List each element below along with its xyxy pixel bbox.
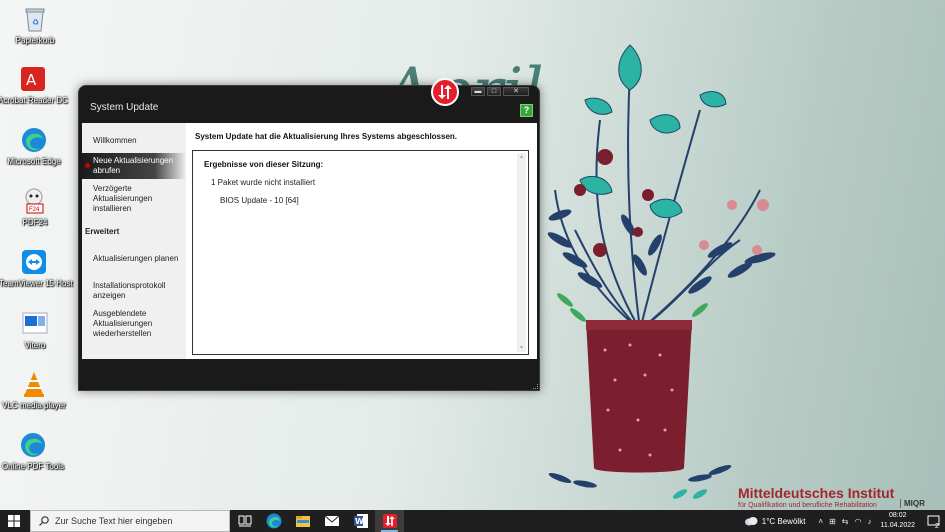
main-panel: System Update hat die Aktualisierung Ihr… [186,123,537,359]
nav-item-ausgeblendete-aktualisierungen[interactable]: Ausgeblendete Aktualisierungen wiederher… [82,309,186,339]
taskbar-mail[interactable] [317,510,346,532]
system-update-logo-icon [431,78,459,106]
desktop-icon-vlc[interactable]: VLC media player [0,369,69,411]
desktop-icon-teamviewer[interactable]: TeamViewer 15 Host [0,247,73,289]
taskbar-edge[interactable] [259,510,288,532]
clock[interactable]: 08:02 11.04.2022 [880,511,915,531]
desktop-icon-recycle-bin[interactable]: ♻ Papierkorb [0,4,70,46]
teamviewer-icon [19,247,49,277]
desktop-icon-acrobat[interactable]: A Acrobat Reader DC [0,64,68,106]
edge-icon [266,513,281,529]
taskbar-search[interactable] [30,510,230,532]
scroll-down-arrow-icon[interactable]: ▼ [517,344,526,352]
volume-icon[interactable]: ♪ [867,517,871,526]
notification-count: 2 [935,523,939,528]
close-button[interactable]: ✕ [503,87,529,96]
vitero-icon [20,309,50,339]
desktop-icon-label: PDF24 [22,218,48,227]
results-box: Ergebnisse von dieser Sitzung: 1 Paket w… [192,150,529,355]
search-icon [39,516,49,526]
search-input[interactable] [55,516,215,526]
desktop-icon-label: Acrobat Reader DC [0,96,68,105]
mail-icon [324,515,339,526]
scroll-up-arrow-icon[interactable]: ▲ [517,153,526,161]
chevron-up-icon[interactable]: ˄ [818,517,823,526]
recycle-bin-icon: ♻ [20,4,50,34]
clock-date: 11.04.2022 [880,522,915,529]
help-button[interactable]: ? [520,104,533,117]
desktop-icon-label: VLC media player [2,401,66,410]
edge-icon [18,430,48,460]
desktop-icon-pdf24[interactable]: F24 PDF24 [0,186,70,228]
window-content: Willkommen Neue Aktualisierungen abrufen… [82,123,537,359]
nav-heading-erweitert: Erweitert [85,227,120,236]
minimize-button[interactable]: ▬ [471,87,485,96]
maximize-button[interactable]: □ [487,87,501,96]
vlc-icon [19,369,49,399]
task-view-icon [238,515,251,527]
taskbar: W 1°C Bewölkt ˄ ⊞ ⇆ ◠ ♪ 08:02 11.04.2022… [0,510,945,532]
desktop-icon-edge[interactable]: Microsoft Edge [0,125,69,167]
system-tray: 1°C Bewölkt ˄ ⊞ ⇆ ◠ ♪ 08:02 11.04.2022 2 [744,510,945,532]
window-controls: ▬ □ ✕ [471,87,529,96]
weather-text: 1°C Bewölkt [761,516,806,526]
brand-abbreviation: MIQR [900,499,925,508]
taskbar-file-explorer[interactable] [288,510,317,532]
windows-logo-icon [8,515,20,527]
nav-item-neue-aktualisierungen[interactable]: Neue Aktualisierungen abrufen [82,153,186,179]
file-explorer-icon [295,516,310,527]
notification-center-button[interactable]: 2 [923,510,945,532]
svg-text:♻: ♻ [32,18,39,27]
nav-item-installationsprotokoll[interactable]: Installationsprotokoll anzeigen [82,281,186,301]
desktop-icon-label: Microsoft Edge [7,157,61,166]
word-icon: W [353,514,368,528]
results-title: Ergebnisse von dieser Sitzung: [204,160,324,169]
cloud-icon [744,517,758,526]
svg-text:W: W [355,517,364,526]
teamviewer-tray-icon[interactable]: ⇆ [842,517,849,526]
svg-text:F24: F24 [29,207,40,213]
results-summary: 1 Paket wurde nicht installiert [211,178,316,187]
brand-logo: Mitteldeutsches Institut für Qualifikati… [738,485,938,509]
clock-time: 08:02 [888,512,907,519]
acrobat-icon: A [18,64,48,94]
nav-item-willkommen[interactable]: Willkommen [82,136,186,146]
nav-item-aktualisierungen-planen[interactable]: Aktualisierungen planen [82,254,186,264]
taskbar-word[interactable]: W [346,510,375,532]
edge-icon [19,125,49,155]
wifi-icon[interactable]: ◠ [855,517,862,526]
window-title: System Update [90,102,159,113]
desktop-icon-label: TeamViewer 15 Host [0,279,73,288]
navigation-panel: Willkommen Neue Aktualisierungen abrufen… [82,123,186,359]
desktop-icon-label: Vitero [24,341,46,350]
notification-icon: 2 [927,515,940,528]
desktop-icon-online-pdf-tools[interactable]: Online PDF Tools [0,430,68,472]
desktop-icon-vitero[interactable]: Vitero [0,309,70,351]
resize-grip-icon[interactable] [533,384,538,389]
svg-text:A: A [26,71,37,89]
network-icon[interactable]: ⊞ [829,517,836,526]
weather-widget[interactable]: 1°C Bewölkt [744,516,806,526]
task-view-button[interactable] [230,510,259,532]
desktop-icon-label: Online PDF Tools [1,462,65,471]
system-update-window: ▬ □ ✕ System Update ? Willkommen Neue Ak… [78,78,540,391]
taskbar-system-update[interactable] [375,510,404,532]
pdf24-icon: F24 [20,186,50,216]
results-package: BIOS Update - 10 [64] [220,196,299,205]
results-scrollbar[interactable]: ▲ ▼ [517,153,526,352]
start-button[interactable] [0,510,28,532]
page-title: System Update hat die Aktualisierung Ihr… [195,132,458,141]
system-update-icon [382,514,397,528]
nav-item-verzoegerte-aktualisierungen[interactable]: Verzögerte Aktualisierungen installieren [82,184,186,214]
desktop-icon-label: Papierkorb [15,36,55,45]
